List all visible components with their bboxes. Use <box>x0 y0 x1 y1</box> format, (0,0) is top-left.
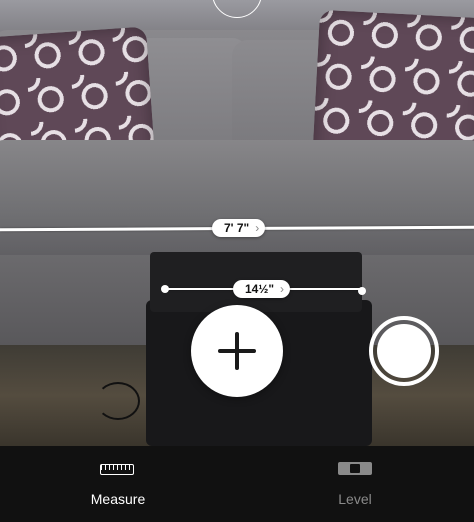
measurement-value-long: 7' 7" <box>224 221 250 235</box>
shutter-icon <box>377 324 431 378</box>
level-icon <box>338 462 372 475</box>
camera-view: 7' 7" › 14½" › <box>0 0 474 446</box>
tab-measure[interactable]: Measure <box>58 446 178 522</box>
add-point-button[interactable] <box>191 305 283 397</box>
measurement-endpoint-left[interactable] <box>161 285 169 293</box>
chevron-right-icon: › <box>280 282 285 296</box>
chevron-right-icon: › <box>255 221 260 235</box>
tab-measure-label: Measure <box>90 491 146 507</box>
scene-cable <box>96 382 140 420</box>
tab-level[interactable]: Level <box>295 446 415 522</box>
tab-level-label: Level <box>338 491 372 507</box>
measurement-endpoint-right[interactable] <box>358 287 366 295</box>
ruler-icon <box>100 464 134 475</box>
tab-bar: Measure Level <box>0 446 474 522</box>
scene-sofa-seat <box>0 140 474 260</box>
measurement-label-long[interactable]: 7' 7" › <box>212 219 266 237</box>
capture-button[interactable] <box>369 316 439 386</box>
measurement-label-short[interactable]: 14½" › <box>233 280 291 298</box>
plus-icon <box>218 332 256 370</box>
measurement-value-short: 14½" <box>245 282 275 296</box>
